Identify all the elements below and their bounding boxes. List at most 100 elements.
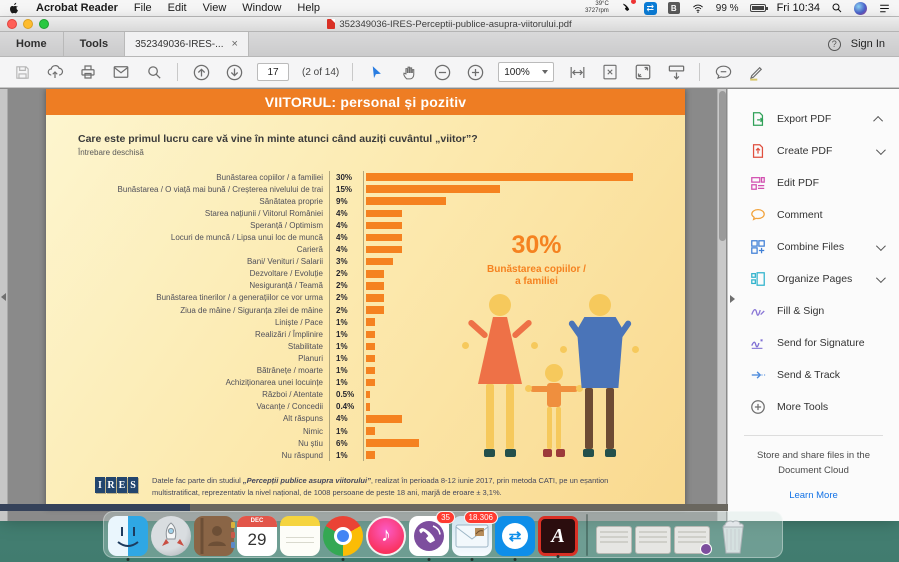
chevron-up-icon[interactable] xyxy=(873,115,883,125)
sidebar-item-fill-sign[interactable]: Fill & Sign xyxy=(728,295,899,327)
minimized-window-thumbnail[interactable] xyxy=(635,526,671,554)
chart-bar xyxy=(366,415,402,423)
sensor-readout: 39°C3727rpm xyxy=(585,1,609,15)
save-button[interactable] xyxy=(12,62,32,82)
zoom-in-button[interactable] xyxy=(465,62,485,82)
fullscreen-button[interactable] xyxy=(633,62,653,82)
left-panel-rail[interactable] xyxy=(0,89,8,521)
close-window-button[interactable] xyxy=(7,19,17,29)
dock-contacts-icon[interactable] xyxy=(194,516,234,556)
sidebar-item-more-tools[interactable]: More Tools xyxy=(728,391,899,423)
next-page-button[interactable] xyxy=(224,62,244,82)
siri-icon[interactable] xyxy=(854,2,867,15)
tab-home[interactable]: Home xyxy=(0,32,64,56)
sidebar-item-comment[interactable]: Comment xyxy=(728,199,899,231)
share-upload-button[interactable] xyxy=(45,62,65,82)
sidebar-item-edit-pdf[interactable]: Edit PDF xyxy=(728,167,899,199)
teamviewer-menu-icon[interactable]: ⇄ xyxy=(644,2,657,15)
menu-edit[interactable]: Edit xyxy=(168,2,187,14)
dock-finder-icon[interactable] xyxy=(108,516,148,556)
horizontal-scrollbar-handle[interactable] xyxy=(0,504,190,511)
chevron-down-icon[interactable] xyxy=(876,241,886,251)
previous-page-button[interactable] xyxy=(191,62,211,82)
dock-chrome-icon[interactable] xyxy=(323,516,363,556)
sidebar-item-label: More Tools xyxy=(777,401,828,413)
page-count-label: (2 of 14) xyxy=(302,67,339,78)
sidebar-item-combine-files[interactable]: Combine Files xyxy=(728,231,899,263)
spotlight-search-icon[interactable] xyxy=(831,1,843,15)
sidebar-item-organize-pages[interactable]: Organize Pages xyxy=(728,263,899,295)
chart-value-label: 15% xyxy=(330,183,364,195)
dock-teamviewer-icon[interactable]: ⇄ xyxy=(495,516,535,556)
apple-menu-icon[interactable] xyxy=(8,1,20,15)
highlight-tool-button[interactable] xyxy=(746,62,766,82)
b-app-icon[interactable]: B xyxy=(668,2,680,14)
sidebar-item-export-pdf[interactable]: Export PDF xyxy=(728,103,899,135)
email-button[interactable] xyxy=(111,62,131,82)
wifi-icon[interactable] xyxy=(691,1,705,15)
help-icon[interactable]: ? xyxy=(828,38,841,51)
print-button[interactable] xyxy=(78,62,98,82)
sidebar-item-send-track[interactable]: Send & Track xyxy=(728,359,899,391)
dock-launchpad-icon[interactable] xyxy=(151,516,191,556)
sidebar-item-send-for-signature[interactable]: Send for Signature xyxy=(728,327,899,359)
menu-help[interactable]: Help xyxy=(297,2,320,14)
chart-row: Sănătatea proprie9% xyxy=(48,195,675,207)
minimized-window-thumbnail[interactable] xyxy=(674,526,710,554)
chevron-down-icon[interactable] xyxy=(876,145,886,155)
zoom-level-select[interactable]: 100% xyxy=(498,62,554,82)
sidebar-item-create-pdf[interactable]: Create PDF xyxy=(728,135,899,167)
search-button[interactable] xyxy=(144,62,164,82)
menu-window[interactable]: Window xyxy=(242,2,281,14)
menu-app-name[interactable]: Acrobat Reader xyxy=(36,2,118,14)
select-tool-button[interactable] xyxy=(366,62,386,82)
menu-view[interactable]: View xyxy=(203,2,227,14)
tab-tools[interactable]: Tools xyxy=(64,32,126,56)
window-titlebar[interactable]: 352349036-IRES-Perceptii-publice-asupra-… xyxy=(0,17,899,32)
hand-tool-button[interactable] xyxy=(399,62,419,82)
collapse-right-panel-icon[interactable] xyxy=(730,295,735,303)
scrollbar-handle[interactable] xyxy=(719,91,726,241)
chevron-down-icon[interactable] xyxy=(876,273,886,283)
minimize-window-button[interactable] xyxy=(23,19,33,29)
running-indicator xyxy=(342,558,345,561)
chart-category-label: Stabilitate xyxy=(48,340,330,352)
tab-document[interactable]: 352349036-IRES-... × xyxy=(125,32,249,56)
dock-calendar-icon[interactable]: DEC29 xyxy=(237,516,277,556)
chart-category-label: Bătrânețe / moarte xyxy=(48,365,330,377)
chart-category-label: Bunăstarea / O viață mai bună / Creștere… xyxy=(48,183,330,195)
dock-viber-icon[interactable]: 35 xyxy=(409,516,449,556)
fit-page-button[interactable] xyxy=(600,62,620,82)
zoom-window-button[interactable] xyxy=(39,19,49,29)
chart-bar xyxy=(366,331,375,339)
chart-value-label: 1% xyxy=(330,352,364,364)
horizontal-scrollbar[interactable] xyxy=(0,504,728,511)
dock-trash-icon[interactable] xyxy=(713,516,753,556)
notification-center-icon[interactable] xyxy=(878,1,891,15)
chart-value-label: 2% xyxy=(330,280,364,292)
chart-category-label: Realizări / Împlinire xyxy=(48,328,330,340)
vertical-scrollbar[interactable] xyxy=(717,89,726,521)
battery-icon[interactable] xyxy=(750,4,766,12)
minimized-window-thumbnail[interactable] xyxy=(596,526,632,554)
infographic-title: VIITORUL: personal și pozitiv xyxy=(46,89,685,115)
zoom-out-button[interactable] xyxy=(432,62,452,82)
close-tab-icon[interactable]: × xyxy=(231,38,237,50)
dock-acrobat-reader-icon[interactable]: A xyxy=(538,516,578,556)
collapse-left-panel-icon[interactable] xyxy=(1,293,6,301)
page-number-input[interactable] xyxy=(257,63,289,81)
menu-file[interactable]: File xyxy=(134,2,152,14)
viber-phone-icon[interactable] xyxy=(620,1,633,15)
dock-itunes-icon[interactable]: ♪ xyxy=(366,516,406,556)
fit-width-button[interactable] xyxy=(567,62,587,82)
comment-tool-button[interactable] xyxy=(713,62,733,82)
dock-mail-icon[interactable]: 18.306 xyxy=(452,516,492,556)
document-view[interactable]: VIITORUL: personal și pozitiv Care este … xyxy=(8,89,727,521)
dock-notes-icon[interactable] xyxy=(280,516,320,556)
menu-clock[interactable]: Fri 10:34 xyxy=(777,2,820,14)
chart-category-label: Ziua de mâine / Siguranța zilei de mâine xyxy=(48,304,330,316)
sidebar-item-label: Organize Pages xyxy=(777,273,852,285)
reading-mode-button[interactable] xyxy=(666,62,686,82)
sign-in-button[interactable]: Sign In xyxy=(851,38,885,50)
learn-more-link[interactable]: Learn More xyxy=(728,490,899,501)
